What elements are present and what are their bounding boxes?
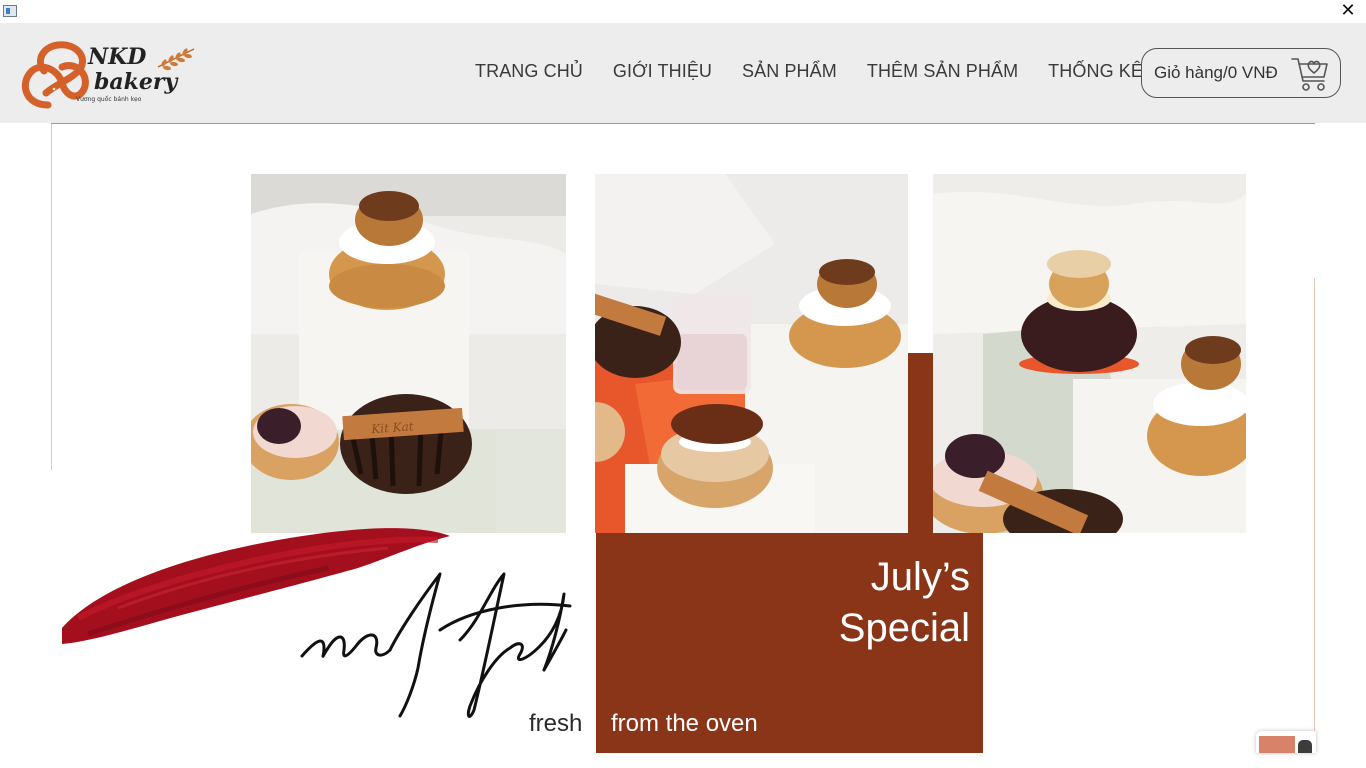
main-nav: TRANG CHỦ GIỚI THIỆU SẢN PHẨM THÊM SẢN P… [460, 61, 1158, 82]
site-header: NKD bakery Vương quốc bánh kẹo TRANG CHỦ… [0, 23, 1366, 123]
bakery-logo[interactable]: NKD bakery Vương quốc bánh kẹo [18, 39, 203, 111]
banner-frame-top [51, 123, 1315, 124]
chat-widget[interactable] [1256, 731, 1316, 753]
cart-label: Giỏ hàng/0 VNĐ [1154, 63, 1278, 82]
window-titlebar: ✕ [0, 0, 1366, 23]
cart-button[interactable]: Giỏ hàng/0 VNĐ [1141, 48, 1341, 98]
nav-item-statistics[interactable]: THỐNG KÊ [1033, 61, 1158, 82]
app-icon [3, 5, 17, 17]
logo-tagline: Vương quốc bánh kẹo [76, 96, 142, 103]
donut-photo-2 [595, 174, 908, 533]
special-title-line2: Special [838, 606, 970, 650]
donut-photo-1: Kit Kat [251, 174, 566, 533]
script-word-matted [300, 572, 572, 718]
nav-item-about[interactable]: GIỚI THIỆU [598, 61, 727, 82]
nav-item-add-product[interactable]: THÊM SẢN PHẨM [852, 61, 1033, 82]
logo-text-line2: bakery [94, 69, 179, 95]
banner-frame-right [1314, 278, 1315, 753]
chat-avatar-icon [1298, 740, 1312, 753]
logo-text-line1: NKD [87, 44, 146, 70]
from-the-oven-text: from the oven [611, 710, 758, 737]
donut-photo-3 [933, 174, 1246, 533]
nav-item-home[interactable]: TRANG CHỦ [460, 61, 598, 82]
nav-item-products[interactable]: SẢN PHẨM [727, 61, 852, 82]
special-title-line1: July’s [870, 555, 970, 599]
close-button[interactable]: ✕ [1338, 1, 1358, 21]
accent-strip [908, 353, 933, 533]
banner-frame-left [51, 124, 52, 470]
chat-widget-preview [1259, 736, 1295, 753]
cart-icon [1291, 58, 1328, 91]
